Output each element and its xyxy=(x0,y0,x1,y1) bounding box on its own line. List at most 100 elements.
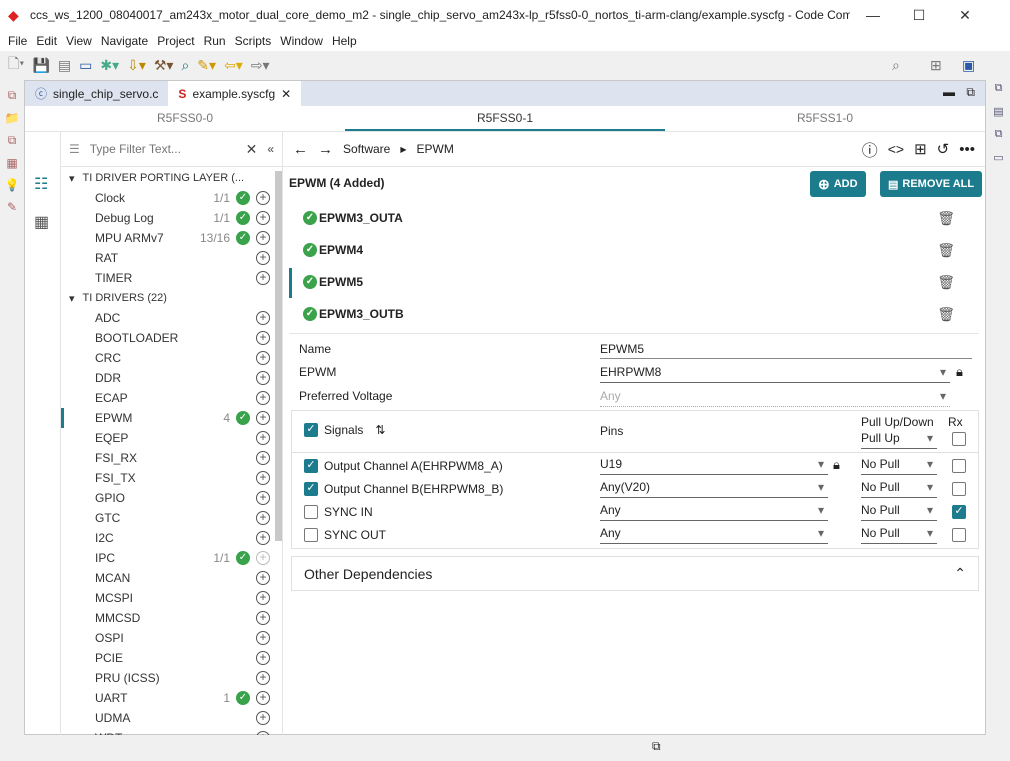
perspective-icon[interactable]: ⊞ xyxy=(930,57,942,74)
add-circle-icon[interactable]: + xyxy=(256,391,270,405)
add-circle-icon[interactable]: + xyxy=(256,471,270,485)
chevron-up-icon[interactable]: ⌃ xyxy=(954,565,966,582)
add-circle-icon[interactable]: + xyxy=(256,611,270,625)
tree-item-fsi-rx[interactable]: FSI_RX + xyxy=(61,448,282,468)
add-circle-icon[interactable]: + xyxy=(256,551,270,565)
add-circle-icon[interactable]: + xyxy=(256,191,270,205)
new-icon[interactable]: 🗋▾ xyxy=(8,53,24,77)
name-input[interactable]: EPWM5 xyxy=(600,342,972,359)
add-circle-icon[interactable]: + xyxy=(256,411,270,425)
menu-navigate[interactable]: Navigate xyxy=(101,34,148,48)
tools-icon[interactable]: ✎ xyxy=(7,200,17,214)
tree-item-mcspi[interactable]: MCSPI + xyxy=(61,588,282,608)
minimize-editor-icon[interactable]: ▬ xyxy=(943,85,955,99)
tree-item-debug-log[interactable]: Debug Log 1/1 ✓ + xyxy=(61,208,282,228)
rx-checkbox[interactable] xyxy=(952,482,966,496)
calculator-view-icon[interactable]: ▦ xyxy=(34,212,49,232)
tree-group[interactable]: ▾ TI DRIVERS (22) xyxy=(61,288,282,308)
save-icon[interactable]: 💾 xyxy=(32,57,49,74)
instance-item[interactable]: ✓ EPWM5 🗑︎ xyxy=(283,266,985,298)
pin-select[interactable]: Any xyxy=(600,503,828,521)
pull-all-select[interactable]: Pull Up xyxy=(861,431,937,449)
trash-icon[interactable]: 🗑︎ xyxy=(937,306,955,323)
tree-item-uart[interactable]: UART 1 ✓ + xyxy=(61,688,282,708)
add-circle-icon[interactable]: + xyxy=(256,651,270,665)
tab-r5fss1-0[interactable]: R5FSS1-0 xyxy=(665,106,985,131)
tree-item-ospi[interactable]: OSPI + xyxy=(61,628,282,648)
search-icon[interactable]: ⌕ xyxy=(181,57,189,74)
tree-item-i2c[interactable]: I2C + xyxy=(61,528,282,548)
tree-item-mmcsd[interactable]: MMCSD + xyxy=(61,608,282,628)
lock-icon[interactable]: 🔒︎ xyxy=(956,364,963,380)
info-icon[interactable]: ⓘ xyxy=(862,137,878,161)
trash-icon[interactable]: 🗑︎ xyxy=(937,274,955,291)
menu-run[interactable]: Run xyxy=(204,34,226,48)
restore-icon[interactable]: ⧉ xyxy=(8,88,17,103)
rx-checkbox[interactable] xyxy=(952,459,966,473)
signal-checkbox[interactable] xyxy=(304,528,318,542)
add-circle-icon[interactable]: + xyxy=(256,511,270,525)
restore-icon[interactable]: ⧉ xyxy=(8,133,17,148)
save-all-icon[interactable]: ▤ xyxy=(58,57,71,74)
instance-item[interactable]: ✓ EPWM4 🗑︎ xyxy=(283,234,985,266)
rx-checkbox[interactable] xyxy=(952,528,966,542)
add-circle-icon[interactable]: + xyxy=(256,571,270,585)
tree-group[interactable]: ▾ TI DRIVER PORTING LAYER (... xyxy=(61,168,282,188)
back-icon[interactable]: ← xyxy=(293,141,308,158)
pin-select[interactable]: U19 xyxy=(600,457,828,475)
add-circle-icon[interactable]: + xyxy=(256,331,270,345)
tip-icon[interactable]: 💡 xyxy=(5,178,20,192)
add-circle-icon[interactable]: + xyxy=(256,351,270,365)
code-icon[interactable]: <> xyxy=(888,141,904,157)
tree-item-gpio[interactable]: GPIO + xyxy=(61,488,282,508)
signal-checkbox[interactable]: ✓ xyxy=(304,459,318,473)
rx-all-checkbox[interactable] xyxy=(952,432,966,446)
tree-item-rat[interactable]: RAT + xyxy=(61,248,282,268)
tree-item-udma[interactable]: UDMA + xyxy=(61,708,282,728)
software-view-icon[interactable]: ☷ xyxy=(34,174,48,194)
maximize-editor-icon[interactable]: ⧉ xyxy=(966,85,975,100)
restore-icon[interactable]: ⧉ xyxy=(995,128,1003,141)
pull-select[interactable]: No Pull xyxy=(861,457,937,475)
terminal-icon[interactable]: ▭ xyxy=(79,57,92,74)
instance-item[interactable]: ✓ EPWM3_OUTA 🗑︎ xyxy=(283,202,985,234)
add-circle-icon[interactable]: + xyxy=(256,231,270,245)
trash-icon[interactable]: 🗑︎ xyxy=(937,242,955,259)
add-button[interactable]: ⊕ ADD xyxy=(810,171,866,197)
add-circle-icon[interactable]: + xyxy=(256,311,270,325)
tree-item-pcie[interactable]: PCIE + xyxy=(61,648,282,668)
more-icon[interactable]: ••• xyxy=(959,141,975,158)
tree-item-wdt[interactable]: WDT+ xyxy=(61,728,282,735)
breadcrumb-software[interactable]: Software xyxy=(343,142,390,156)
epwm-select[interactable]: EHRPWM8 xyxy=(600,365,950,383)
pull-select[interactable]: No Pull xyxy=(861,526,937,544)
tree-item-pru-icss-[interactable]: PRU (ICSS) + xyxy=(61,668,282,688)
minimize-button[interactable]: — xyxy=(850,7,896,23)
collapse-icon[interactable]: « xyxy=(267,142,274,156)
add-circle-icon[interactable]: + xyxy=(256,271,270,285)
add-circle-icon[interactable]: + xyxy=(256,711,270,725)
pull-select[interactable]: No Pull xyxy=(861,480,937,498)
tree-item-timer[interactable]: TIMER + xyxy=(61,268,282,288)
tree-item-ddr[interactable]: DDR + xyxy=(61,368,282,388)
global-search-icon[interactable]: ⌕ xyxy=(892,57,900,74)
forward-icon[interactable]: → xyxy=(318,141,333,158)
build-icon[interactable]: ⚒▾ xyxy=(154,57,174,74)
tree-item-gtc[interactable]: GTC + xyxy=(61,508,282,528)
instance-item[interactable]: ✓ EPWM3_OUTB 🗑︎ xyxy=(283,298,985,330)
add-circle-icon[interactable]: + xyxy=(256,451,270,465)
tools-icon[interactable]: ✎▾ xyxy=(197,57,216,74)
add-circle-icon[interactable]: + xyxy=(256,371,270,385)
menu-window[interactable]: Window xyxy=(280,34,323,48)
rx-checkbox[interactable]: ✓ xyxy=(952,505,966,519)
menu-help[interactable]: Help xyxy=(332,34,357,48)
tree-item-bootloader[interactable]: BOOTLOADER + xyxy=(61,328,282,348)
add-circle-icon[interactable]: + xyxy=(256,251,270,265)
lock-icon[interactable]: 🔒︎ xyxy=(833,457,840,473)
tab-r5fss0-1[interactable]: R5FSS0-1 xyxy=(345,106,665,131)
remove-all-button[interactable]: ▤ REMOVE ALL xyxy=(880,171,983,197)
tab-single-chip-servo-c[interactable]: ⓒ single_chip_servo.c xyxy=(25,81,168,106)
tree-item-adc[interactable]: ADC + xyxy=(61,308,282,328)
close-button[interactable]: ✕ xyxy=(942,7,988,24)
add-circle-icon[interactable]: + xyxy=(256,631,270,645)
